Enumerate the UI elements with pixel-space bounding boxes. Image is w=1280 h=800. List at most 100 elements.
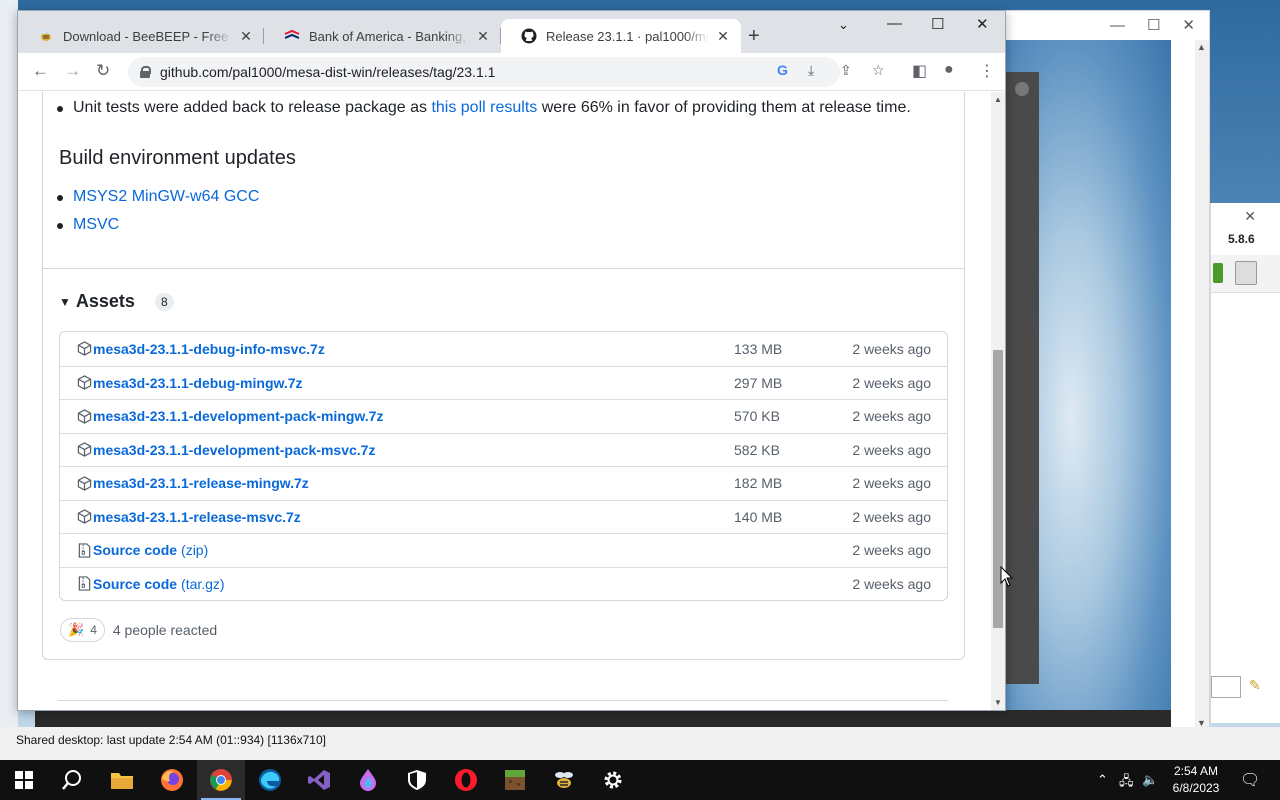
lock-icon[interactable] [140,66,151,78]
assets-header[interactable]: ▼ Assets 8 [59,291,174,312]
asset-date: 2 weeks ago [852,340,931,357]
asset-link[interactable]: mesa3d-23.1.1-debug-info-msvc.7z [93,341,329,357]
volume-muted-icon[interactable]: 🔈 [1142,772,1158,788]
asset-row[interactable]: mesa3d-23.1.1-development-pack-mingw.7z 5… [60,399,947,433]
google-translate-icon[interactable]: G [777,62,788,78]
chrome-icon[interactable] [197,760,245,800]
tab-title: Download - BeeBEEP - Free Office [63,28,232,44]
search-icon[interactable] [48,760,96,800]
chat-input[interactable] [1211,676,1241,698]
bullet-text-suffix: were 66% in favor of providing them at r… [537,99,911,116]
profile-avatar-icon[interactable]: ● [944,61,954,79]
minimize-icon[interactable]: — [1110,17,1125,34]
download-icon[interactable] [1213,263,1223,283]
bottom-divider [58,700,948,701]
asset-row[interactable]: mesa3d-23.1.1-debug-info-msvc.7z 133 MB 2 … [60,332,947,366]
scroll-up-icon[interactable]: ▲ [994,95,1002,104]
tab-github-release[interactable]: Release 23.1.1 · pal1000/mesa-dist-win ✕ [501,19,741,53]
asset-date: 2 weeks ago [852,374,931,391]
visual-studio-icon[interactable] [295,760,343,800]
share-icon[interactable]: ⇪ [840,62,852,79]
chrome-window: Download - BeeBEEP - Free Office ✕ Bank … [17,10,1006,711]
section-divider [43,268,964,269]
bookmark-star-icon[interactable]: ☆ [872,62,885,79]
tab-beebeep[interactable]: Download - BeeBEEP - Free Office ✕ [18,19,264,53]
remote-desktop-status-bar: Shared desktop: last update 2:54 AM (01:… [0,727,1280,760]
background-scrollbar[interactable]: ▲ ▼ [1195,40,1209,730]
tab-close-icon[interactable]: ✕ [238,28,254,45]
asset-link[interactable]: mesa3d-23.1.1-development-pack-msvc.7z [93,442,379,458]
beebeep-window[interactable]: ✕ 5.8.6 ✎ [1210,203,1280,723]
beebeep-toolbar [1211,255,1280,293]
clear-icon[interactable]: ✎ [1249,677,1261,694]
poll-results-link[interactable]: this poll results [431,99,537,116]
close-icon[interactable]: ✕ [976,15,989,33]
file-explorer-icon[interactable] [98,760,146,800]
settings-gear-icon[interactable] [589,760,637,800]
reaction-count: 4 [90,623,97,637]
show-hidden-icons[interactable]: ⌃ [1097,772,1108,788]
tab-close-icon[interactable]: ✕ [475,28,491,45]
asset-row[interactable]: mesa3d-23.1.1-release-mingw.7z 182 MB 2 we… [60,466,947,500]
asset-date: 2 weeks ago [852,508,931,525]
network-icon[interactable]: 🖧 [1119,772,1134,794]
notifications-icon[interactable]: 🗨 [1240,770,1260,790]
tab-close-icon[interactable]: ✕ [715,28,731,45]
mouse-cursor-icon [1000,566,1014,587]
scroll-down-icon[interactable]: ▼ [994,698,1002,707]
drop-app-icon[interactable] [344,760,392,800]
asset-link[interactable]: mesa3d-23.1.1-release-msvc.7z [93,509,305,525]
scroll-up-icon[interactable]: ▲ [1197,42,1206,52]
package-icon [76,509,92,525]
asset-link[interactable]: Source code (tar.gz) [93,576,225,592]
tab-bank-of-america[interactable]: Bank of America - Banking, Credit ✕ [264,19,501,53]
collapse-triangle-icon[interactable]: ▼ [59,295,71,309]
asset-link[interactable]: mesa3d-23.1.1-release-mingw.7z [93,475,313,491]
maximize-icon[interactable]: ☐ [1147,16,1160,34]
new-tab-icon[interactable]: + [748,25,760,48]
package-icon [76,475,92,491]
back-icon[interactable]: ← [32,61,49,81]
opera-icon[interactable] [442,760,490,800]
system-clock[interactable]: 2:54 AM 6/8/2023 [1160,763,1232,797]
address-bar[interactable]: github.com/pal1000/mesa-dist-win/release… [128,57,840,87]
url-text[interactable]: github.com/pal1000/mesa-dist-win/release… [160,64,495,80]
firefox-icon[interactable] [148,760,196,800]
asset-link[interactable]: mesa3d-23.1.1-development-pack-mingw.7z [93,408,387,424]
tab-title: Bank of America - Banking, Credit [309,28,469,44]
asset-row[interactable]: Source code (tar.gz) 2 weeks ago [60,566,947,601]
msvc-link[interactable]: MSVC [73,216,119,233]
clock-date: 6/8/2023 [1172,781,1220,795]
asset-date: 2 weeks ago [852,575,931,592]
reload-icon[interactable]: ↻ [96,61,110,81]
asset-row[interactable]: mesa3d-23.1.1-debug-mingw.7z 297 MB 2 week… [60,365,947,400]
package-icon [76,341,92,357]
msys2-link[interactable]: MSYS2 MinGW-w64 GCC [73,188,259,205]
install-app-icon[interactable]: ⤓ [808,62,814,79]
forward-icon[interactable]: → [64,61,81,81]
start-icon[interactable] [0,760,48,800]
security-shield-icon[interactable] [393,760,441,800]
trash-icon[interactable] [1235,261,1257,285]
asset-link[interactable]: mesa3d-23.1.1-debug-mingw.7z [93,375,307,391]
asset-date: 2 weeks ago [852,441,931,458]
beebeep-icon[interactable] [540,760,588,800]
edge-icon[interactable] [246,760,294,800]
maximize-icon[interactable]: ☐ [931,15,944,33]
close-icon[interactable]: ✕ [1182,16,1195,34]
asset-row[interactable]: mesa3d-23.1.1-release-msvc.7z 140 MB 2 wee… [60,499,947,534]
minecraft-icon[interactable] [491,760,539,800]
minimize-icon[interactable]: — [887,15,902,32]
asset-row[interactable]: mesa3d-23.1.1-development-pack-msvc.7z 58… [60,432,947,467]
windows-taskbar: ⌃ 🖧 🔈 2:54 AM 6/8/2023 🗨 [0,760,1280,800]
assets-title: Assets [75,291,135,311]
chrome-menu-icon[interactable]: ⋮ [979,61,995,81]
bank-of-america-icon [284,28,300,44]
close-icon[interactable]: ✕ [1244,208,1256,225]
reaction-button[interactable]: 🎉 4 [60,618,105,642]
side-panel-icon[interactable]: ◧ [912,61,927,81]
page-scrollbar[interactable]: ▲ ▼ [991,92,1005,710]
tab-search-icon[interactable]: ⌄ [838,17,849,33]
asset-row[interactable]: Source code (zip) 2 weeks ago [60,533,947,567]
asset-link[interactable]: Source code (zip) [93,542,208,558]
